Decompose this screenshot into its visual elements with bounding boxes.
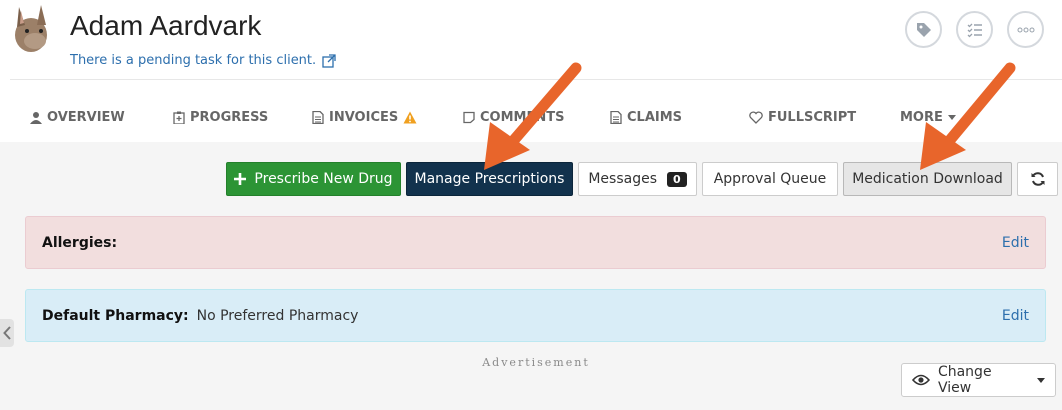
tab-more[interactable]: MORE [900,110,956,125]
document-icon [312,111,324,124]
prescription-toolbar: Prescribe New Drug Manage Prescriptions … [226,162,1058,196]
allergies-edit-link[interactable]: Edit [1002,235,1029,251]
caret-down-icon [1037,377,1045,383]
tab-label[interactable]: COMMENTS [480,110,564,125]
allergies-label: Allergies: [42,234,118,251]
checklist-button[interactable] [956,11,993,48]
manage-prescriptions-button[interactable]: Manage Prescriptions [406,162,573,196]
document-icon [610,111,622,124]
tab-fullscript[interactable]: FULLSCRIPT [749,110,900,125]
client-name: Adam Aardvark [70,10,262,41]
medication-download-button[interactable]: Medication Download [843,162,1012,196]
client-header: Adam Aardvark There is a pending task fo… [0,0,1062,142]
pharmacy-edit-link[interactable]: Edit [1002,308,1029,324]
user-icon [30,112,42,124]
pharmacy-label: Default Pharmacy: [42,307,189,324]
tab-label[interactable]: OVERVIEW [47,110,125,125]
warning-icon [403,111,417,124]
header-divider [10,79,1062,80]
more-options-button[interactable] [1007,11,1044,48]
allergies-panel: Allergies: Edit [25,216,1046,269]
client-tabs: OVERVIEW PROGRESS INVOICES COMMENTS CLAI… [30,110,956,125]
tab-label[interactable]: INVOICES [329,110,398,125]
pharmacy-value: No Preferred Pharmacy [196,307,359,324]
note-icon [463,111,475,124]
change-view-dropdown[interactable]: Change View [901,363,1056,397]
tag-icon [916,22,931,37]
refresh-icon [1031,172,1044,186]
refresh-button[interactable] [1017,162,1058,196]
messages-count-badge: 0 [667,171,687,187]
chevron-left-icon [3,326,11,340]
client-avatar[interactable] [9,3,53,53]
tab-overview[interactable]: OVERVIEW [30,110,173,125]
messages-button[interactable]: Messages 0 [578,162,697,196]
caret-down-icon [947,115,956,120]
approval-queue-button[interactable]: Approval Queue [702,162,838,196]
checklist-icon [967,23,982,37]
tab-label[interactable]: MORE [900,110,943,125]
tab-label[interactable]: FULLSCRIPT [768,110,856,125]
default-pharmacy-panel: Default Pharmacy: No Preferred Pharmacy … [25,289,1046,342]
change-view-label[interactable]: Change View [938,364,1029,396]
tab-label[interactable]: PROGRESS [190,110,268,125]
external-link-icon [322,53,336,68]
eye-icon [912,374,930,386]
plus-icon [234,173,247,185]
tab-invoices[interactable]: INVOICES [312,110,463,125]
clipboard-icon [173,111,185,124]
prescribe-new-drug-button[interactable]: Prescribe New Drug [226,162,401,196]
tab-claims[interactable]: CLAIMS [610,110,749,125]
tag-button[interactable] [905,11,942,48]
pending-task-link[interactable]: There is a pending task for this client. [70,53,336,68]
tab-comments[interactable]: COMMENTS [463,110,610,125]
tab-progress[interactable]: PROGRESS [173,110,312,125]
messages-label[interactable]: Messages [588,171,657,187]
tab-label[interactable]: CLAIMS [627,110,682,125]
collapse-sidebar-button[interactable] [0,319,14,347]
heart-icon [749,111,763,124]
prescribe-label[interactable]: Prescribe New Drug [254,171,392,187]
pending-task-text[interactable]: There is a pending task for this client. [70,53,316,68]
ellipsis-icon [1017,27,1034,32]
